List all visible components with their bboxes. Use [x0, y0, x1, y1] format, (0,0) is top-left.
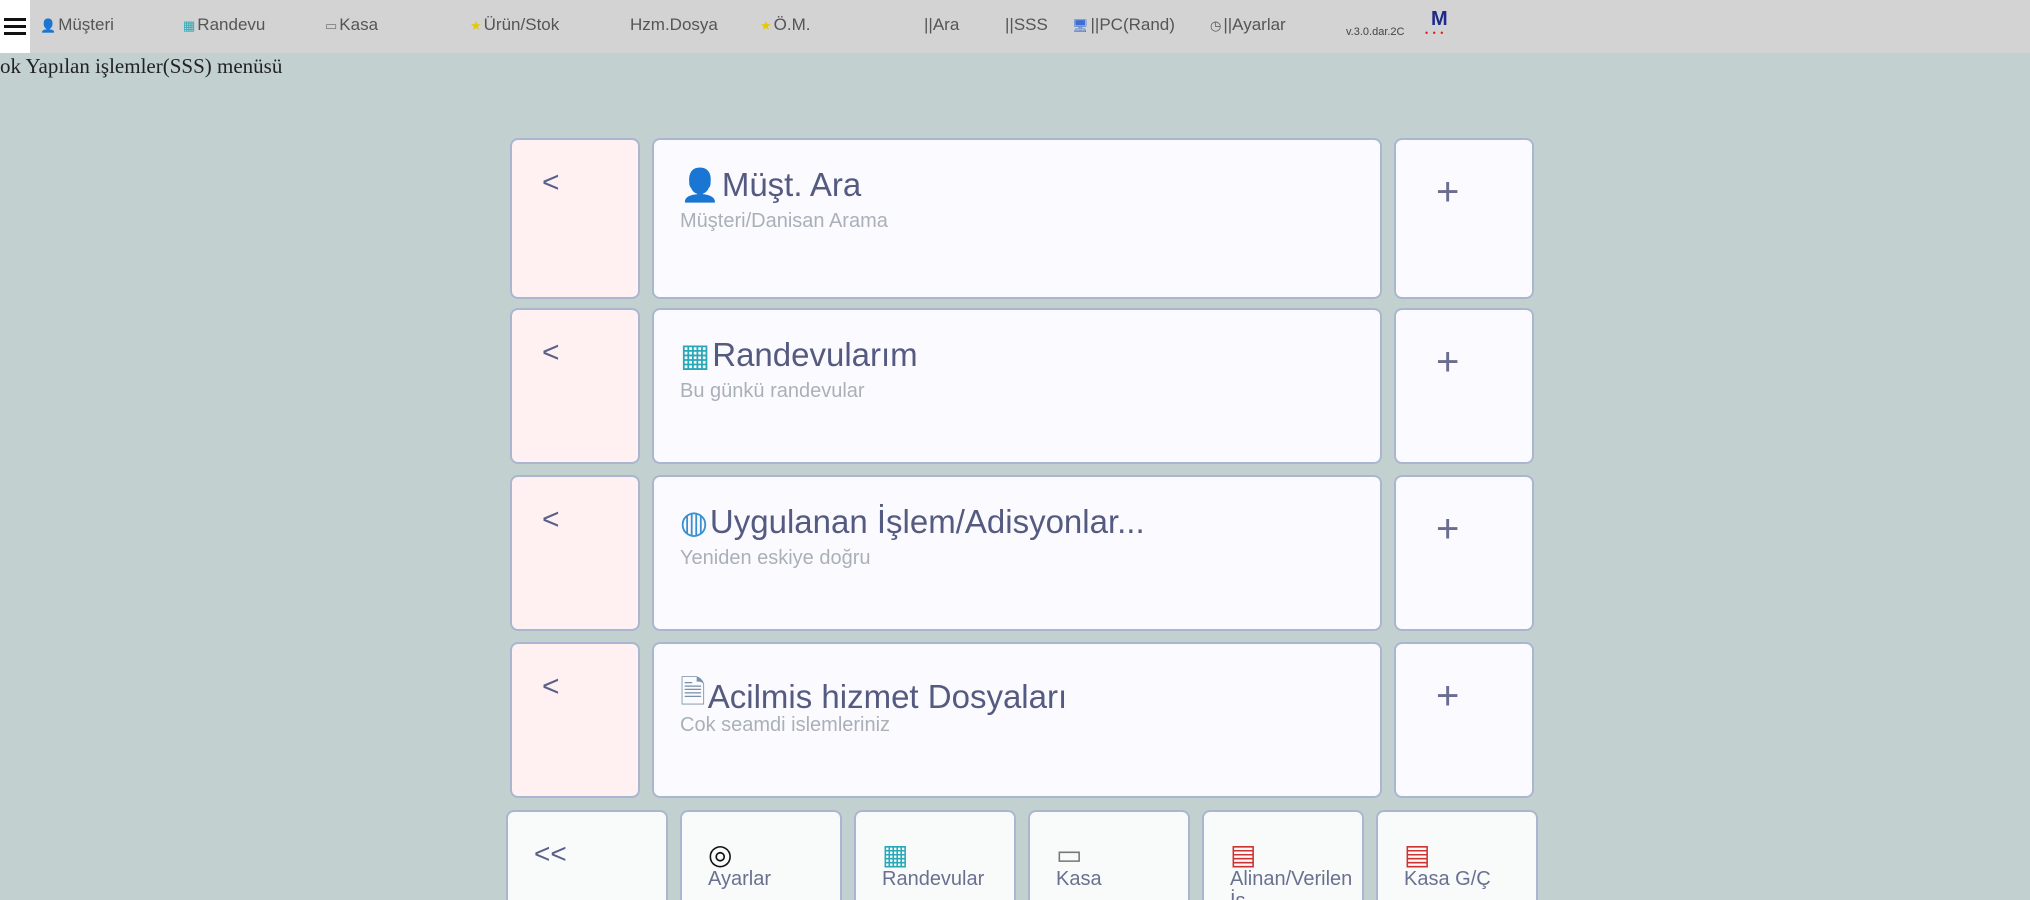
clock-icon: ◷ — [1210, 17, 1222, 33]
shortcut-alinan-verilen[interactable]: ▤ Alinan/Verilen İş — [1204, 812, 1362, 900]
row-back-button[interactable]: < — [512, 644, 638, 796]
menu-item-title: Acilmis hizmet Dosyaları — [707, 678, 1068, 715]
row-add-button[interactable]: + — [1396, 310, 1532, 462]
add-label: + — [1436, 674, 1460, 718]
settings-icon: ◎ — [708, 839, 733, 870]
shortcut-label: Randevular — [882, 868, 985, 890]
row-back-button[interactable]: < — [512, 140, 638, 297]
menu-item-title: Müşt. Ara — [721, 166, 862, 203]
nav-label: ||Ayarlar — [1223, 15, 1286, 34]
nav-item-ara[interactable]: ||Ara — [924, 15, 959, 35]
menu-item-description: Bu günkü randevular — [680, 380, 865, 402]
nav-label: Randevu — [197, 15, 266, 34]
top-navigation-bar: 👤 Müşteri ▦ Randevu ▭ Kasa ★ Ürün/Stok H… — [0, 0, 2030, 53]
cash-register-icon: ▭ — [325, 17, 338, 33]
nav-label: Hzm.Dosya — [630, 15, 718, 34]
menu-item-description: Yeniden eskiye doğru — [680, 547, 871, 569]
row-back-button[interactable]: < — [512, 477, 638, 629]
app-logo[interactable]: M • • • — [1425, 8, 1457, 42]
menu-item-uygulanan-islem[interactable]: ◍ Uygulanan İşlem/Adisyonlar... Yeniden … — [654, 477, 1380, 629]
nav-item-urun-stok[interactable]: ★ Ürün/Stok — [470, 15, 559, 35]
star-icon: ★ — [760, 17, 772, 33]
shortcut-kasa-gc[interactable]: ▤ Kasa G/Ç — [1378, 812, 1536, 900]
nav-label: Ürün/Stok — [483, 15, 560, 34]
nav-label: Müşteri — [58, 15, 114, 34]
calendar-icon: ▦ — [183, 17, 196, 33]
shortcut-label: Ayarlar — [708, 868, 771, 890]
nav-label: Kasa — [339, 15, 379, 34]
version-label: v.3.0.dar.2C — [1346, 26, 1405, 38]
calendar-icon: ▦ — [680, 337, 711, 373]
menu-item-description: Cok seamdi islemleriniz — [680, 714, 891, 736]
page-subtitle: ok Yapılan işlemler(SSS) menüsü — [0, 54, 283, 78]
add-label: + — [1436, 170, 1460, 214]
shortcut-kasa[interactable]: ▭ Kasa — [1030, 812, 1188, 900]
hamburger-menu-icon[interactable] — [0, 0, 30, 53]
nav-item-musteri[interactable]: 👤 Müşteri — [40, 15, 114, 35]
menu-item-title: Uygulanan İşlem/Adisyonlar... — [709, 503, 1145, 540]
shortcut-randevular[interactable]: ▦ Randevular — [856, 812, 1014, 900]
star-icon: ★ — [470, 17, 482, 33]
user-icon: 👤 — [680, 167, 720, 203]
back-label: < — [542, 670, 560, 703]
document-icon: ▤ — [1404, 839, 1431, 870]
menu-item-acilmis-hizmet-dosyalari[interactable]: 🗎 Acilmis hizmet Dosyaları Cok seamdi is… — [654, 644, 1380, 796]
row-add-button[interactable]: + — [1396, 644, 1532, 796]
shortcut-ayarlar[interactable]: ◎ Ayarlar — [682, 812, 840, 900]
logo-dots: • • • — [1425, 28, 1445, 38]
shortcut-label: Alinan/Verilen İş — [1230, 868, 1353, 900]
menu-item-randevularim[interactable]: ▦ Randevularım Bu günkü randevular — [654, 310, 1380, 462]
document-icon: ▤ — [1230, 839, 1257, 870]
row-back-button[interactable]: < — [512, 310, 638, 462]
add-label: + — [1436, 507, 1460, 551]
menu-item-musteri-ara[interactable]: 👤 Müşt. Ara Müşteri/Danisan Arama — [654, 140, 1380, 297]
add-label: + — [1436, 340, 1460, 384]
menu-item-title: Randevularım — [712, 336, 918, 373]
back-label: < — [542, 503, 560, 536]
row-add-button[interactable]: + — [1396, 140, 1532, 297]
user-icon: 👤 — [40, 17, 57, 33]
shortcut-label: Kasa G/Ç — [1404, 868, 1491, 890]
nav-item-randevu[interactable]: ▦ Randevu — [183, 15, 265, 35]
cash-register-icon: ▭ — [1056, 839, 1083, 870]
bottom-back-button[interactable]: << — [508, 812, 666, 900]
nav-label: ||Ara — [924, 15, 960, 34]
shortcut-label: Kasa — [1056, 868, 1102, 890]
nav-item-om[interactable]: ★ Ö.M. — [760, 15, 811, 35]
nav-item-sss[interactable]: ||SSS — [1005, 15, 1048, 35]
nav-item-hizmet-dosya[interactable]: Hzm.Dosya — [630, 15, 718, 35]
calendar-icon: ▦ — [882, 839, 909, 870]
nav-label: Ö.M. — [773, 15, 811, 34]
nav-item-ayarlar[interactable]: ◷ ||Ayarlar — [1210, 15, 1286, 35]
globe-icon: ◍ — [680, 504, 708, 540]
back-label: < — [542, 166, 560, 199]
nav-label: ||SSS — [1005, 15, 1048, 34]
row-add-button[interactable]: + — [1396, 477, 1532, 629]
menu-item-description: Müşteri/Danisan Arama — [680, 210, 888, 232]
back-label: << — [534, 838, 567, 869]
monitor-icon: 🖥 — [1072, 17, 1089, 33]
nav-item-kasa[interactable]: ▭ Kasa — [325, 15, 378, 35]
back-label: < — [542, 336, 560, 369]
nav-item-pc-rand[interactable]: 🖥 ||PC(Rand) — [1072, 15, 1175, 35]
nav-label: ||PC(Rand) — [1090, 15, 1175, 34]
